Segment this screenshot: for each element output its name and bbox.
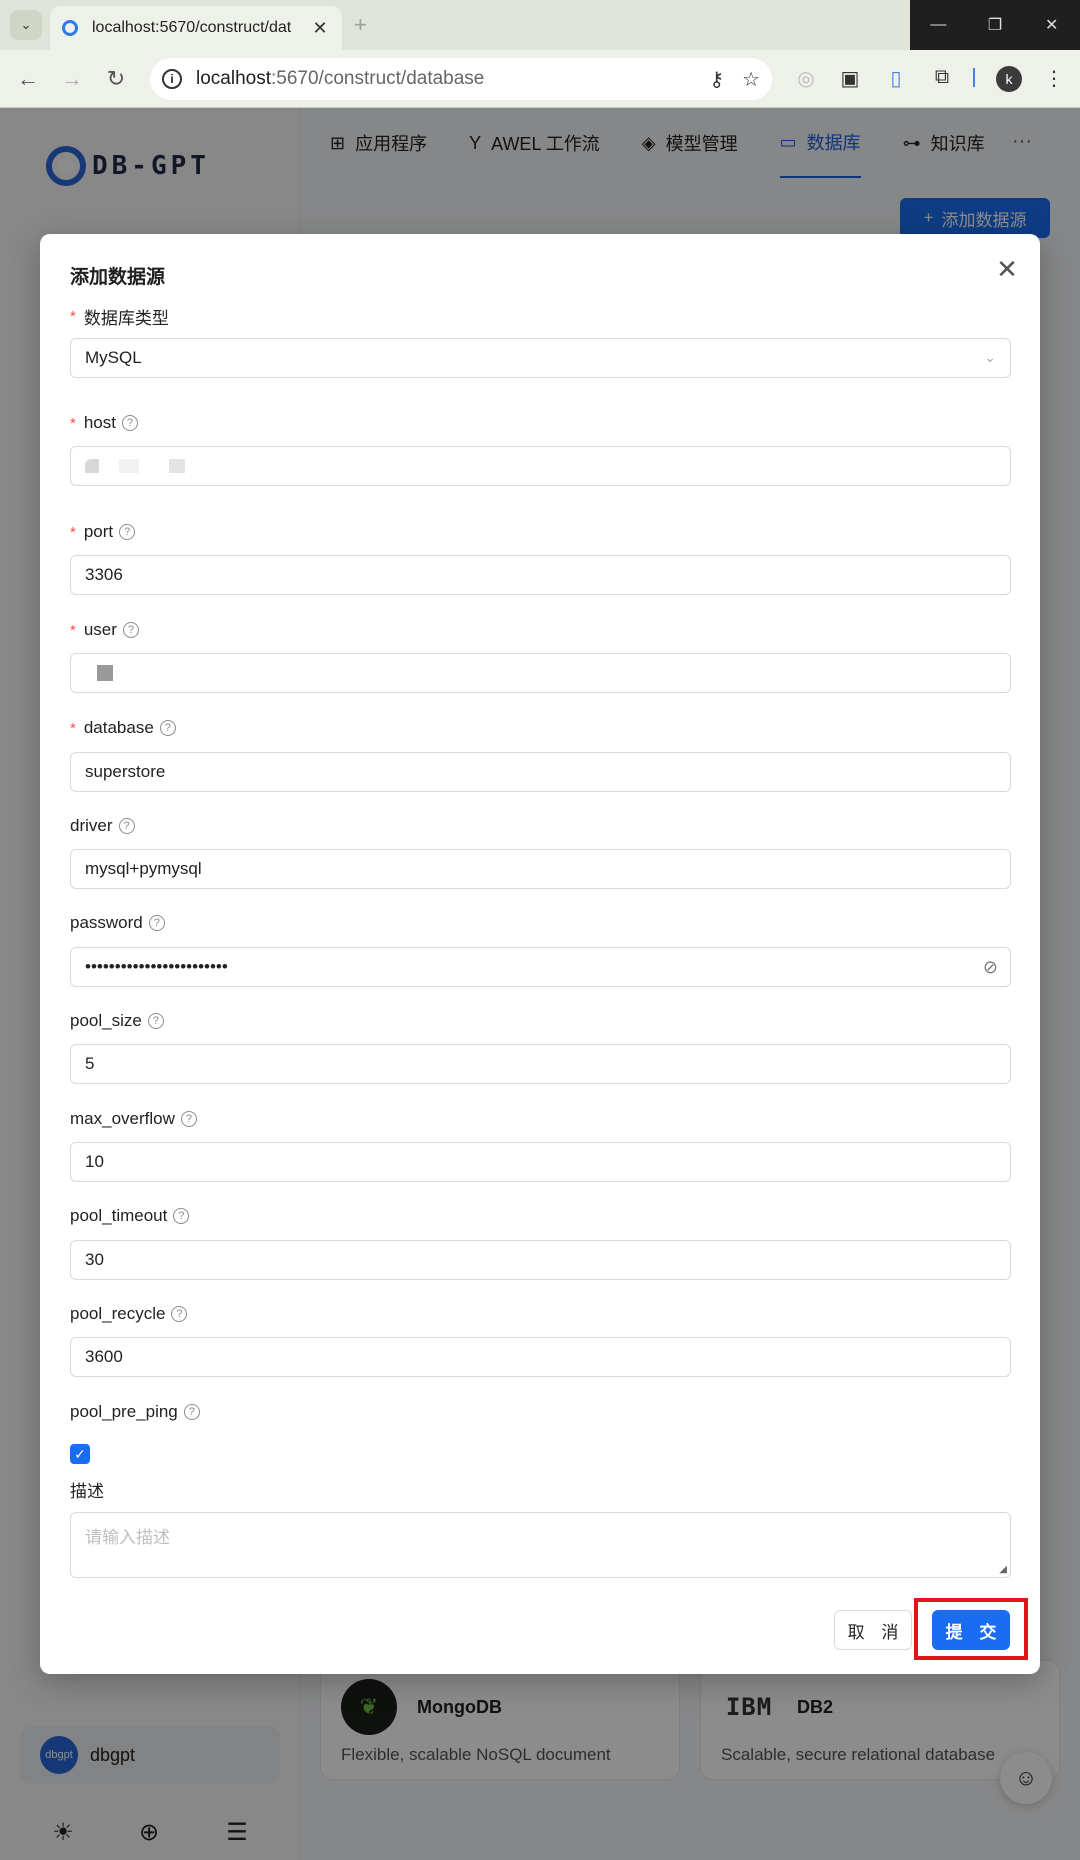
favicon-icon [62, 20, 78, 36]
help-icon: ? [159, 720, 176, 736]
submit-highlight-box [914, 1598, 1028, 1660]
forward-arrow-icon[interactable]: → [58, 66, 86, 92]
user-input[interactable] [70, 653, 1011, 693]
help-icon: ? [173, 1208, 190, 1224]
database-input[interactable]: superstore [70, 752, 1011, 792]
browser-tab-bar: ⌄ localhost:5670/construct/dat ✕ + — ❐ ✕ [0, 0, 1080, 50]
help-icon: ? [183, 1404, 200, 1420]
browser-toolbar: ← → ↻ i localhost:5670/construct/databas… [0, 50, 1080, 108]
port-label: * port? [70, 522, 136, 542]
tab-close-icon[interactable]: ✕ [310, 18, 330, 39]
extension-doc-icon[interactable]: ▯ [882, 66, 910, 91]
help-icon: ? [148, 915, 165, 931]
bookmark-star-icon[interactable]: ☆ [742, 67, 760, 92]
user-label: * user? [70, 620, 139, 640]
help-icon: ? [122, 622, 139, 638]
tab-list-chevron-icon[interactable]: ⌄ [10, 10, 42, 40]
window-close-icon[interactable]: ✕ [1023, 0, 1080, 50]
host-input[interactable] [70, 446, 1011, 486]
address-bar[interactable]: i localhost:5670/construct/database ⚷ ☆ [150, 58, 772, 100]
pool-pre-ping-checkbox[interactable]: ✓ [70, 1444, 90, 1464]
url-text: localhost:5670/construct/database [196, 68, 485, 89]
driver-label: driver? [70, 816, 135, 836]
help-icon: ? [119, 524, 136, 540]
database-label: * database? [70, 718, 176, 738]
eye-invisible-icon[interactable]: ⊘ [983, 957, 998, 978]
help-icon: ? [121, 415, 138, 431]
port-input[interactable]: 3306 [70, 555, 1011, 595]
cancel-button[interactable]: 取 消 [834, 1610, 912, 1650]
back-arrow-icon[interactable]: ← [14, 66, 42, 92]
redacted-block [97, 665, 113, 681]
db-type-select[interactable]: MySQL ⌄ [70, 338, 1011, 378]
db-type-label: * 数据库类型 [70, 308, 169, 328]
new-tab-plus-icon[interactable]: + [354, 12, 367, 38]
extension-dark-icon[interactable]: ▣ [836, 66, 864, 91]
minimize-icon[interactable]: — [910, 0, 967, 50]
window-controls: — ❐ ✕ [910, 0, 1080, 50]
browser-tab[interactable]: localhost:5670/construct/dat ✕ [50, 6, 342, 50]
redacted-block [85, 459, 99, 473]
resize-handle-icon[interactable]: ◢ [999, 1564, 1007, 1575]
modal-title: 添加数据源 [70, 267, 166, 288]
pool-size-label: pool_size? [70, 1011, 164, 1031]
password-input[interactable]: •••••••••••••••••••••••• ⊘ [70, 947, 1011, 987]
redacted-block [169, 459, 185, 473]
add-datasource-modal: 添加数据源 ✕ * 数据库类型 MySQL ⌄ * host? * port? 330… [40, 234, 1040, 1674]
max-overflow-label: max_overflow? [70, 1109, 197, 1129]
pool-recycle-input[interactable]: 3600 [70, 1337, 1011, 1377]
help-icon: ? [180, 1111, 197, 1127]
extension-circle-icon[interactable]: ◎ [792, 66, 820, 91]
pool-pre-ping-label: pool_pre_ping? [70, 1402, 200, 1422]
pool-timeout-input[interactable]: 30 [70, 1240, 1011, 1280]
host-label: * host? [70, 413, 138, 433]
toolbar-divider: | [971, 66, 977, 88]
help-icon: ? [147, 1013, 164, 1029]
password-label: password? [70, 913, 165, 933]
pool-recycle-label: pool_recycle? [70, 1304, 188, 1324]
site-info-icon[interactable]: i [162, 69, 182, 89]
pool-timeout-label: pool_timeout? [70, 1206, 190, 1226]
help-icon: ? [118, 818, 135, 834]
profile-avatar[interactable]: k [996, 66, 1022, 92]
extensions-puzzle-icon[interactable]: ⧉ [928, 66, 956, 89]
description-textarea[interactable]: 请输入描述 ◢ [70, 1512, 1011, 1578]
restore-icon[interactable]: ❐ [967, 0, 1024, 50]
description-label: 描述 [70, 1482, 104, 1501]
max-overflow-input[interactable]: 10 [70, 1142, 1011, 1182]
chevron-down-icon: ⌄ [984, 349, 996, 365]
checkmark-icon: ✓ [74, 1445, 86, 1462]
pool-size-input[interactable]: 5 [70, 1044, 1011, 1084]
key-icon[interactable]: ⚷ [709, 67, 724, 92]
reload-icon[interactable]: ↻ [102, 66, 130, 92]
tab-title: localhost:5670/construct/dat [92, 19, 292, 36]
browser-menu-icon[interactable]: ⋮ [1040, 66, 1068, 91]
redacted-block [119, 459, 139, 473]
driver-input[interactable]: mysql+pymysql [70, 849, 1011, 889]
modal-close-icon[interactable]: ✕ [992, 254, 1022, 285]
help-icon: ? [171, 1306, 188, 1322]
